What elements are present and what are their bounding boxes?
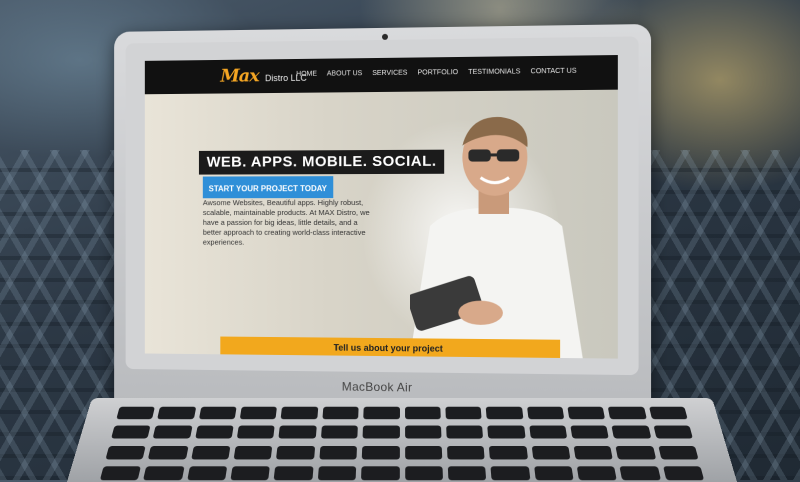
key	[570, 426, 609, 439]
key	[318, 466, 357, 480]
key	[231, 466, 271, 480]
laptop-screen: Max Distro LLC HOME ABOUT US SERVICES PO…	[145, 55, 618, 359]
key	[658, 446, 699, 459]
nav-contact[interactable]: CONTACT US	[531, 68, 577, 76]
key	[405, 407, 441, 419]
key	[448, 466, 487, 480]
key	[362, 446, 399, 459]
logo-max: Max	[220, 65, 258, 86]
key	[116, 407, 155, 419]
nav-testimonials[interactable]: TESTIMONIALS	[468, 68, 520, 76]
site-logo[interactable]: Max Distro LLC	[220, 65, 307, 87]
key	[573, 446, 613, 459]
device-label: MacBook Air	[114, 377, 651, 398]
tell-us-label: Tell us about your project	[334, 343, 443, 354]
key	[363, 426, 400, 439]
key	[240, 407, 278, 419]
key	[191, 446, 231, 459]
key	[663, 466, 704, 480]
key	[319, 446, 357, 459]
key	[531, 446, 570, 459]
key	[237, 426, 275, 439]
nav-links: HOME ABOUT US SERVICES PORTFOLIO TESTIMO…	[296, 68, 576, 78]
laptop-keyboard-base	[67, 398, 737, 482]
key	[577, 466, 617, 480]
key	[363, 407, 399, 419]
key	[489, 446, 528, 459]
key	[279, 426, 317, 439]
key	[447, 446, 485, 459]
key	[649, 407, 688, 419]
key	[157, 407, 196, 419]
key	[199, 407, 237, 419]
key	[608, 407, 647, 419]
nav-services[interactable]: SERVICES	[372, 70, 407, 77]
key	[529, 426, 567, 439]
key	[281, 407, 318, 419]
key	[487, 426, 525, 439]
key	[616, 446, 656, 459]
hero-intro-text: Awsome Websites, Beautiful apps. Highly …	[203, 198, 370, 248]
tell-us-button[interactable]: Tell us about your project	[220, 337, 560, 358]
key	[445, 407, 482, 419]
key	[405, 446, 442, 459]
laptop-lid: Max Distro LLC HOME ABOUT US SERVICES PO…	[114, 24, 651, 410]
key	[106, 446, 147, 459]
nav-about[interactable]: ABOUT US	[327, 70, 362, 77]
key	[486, 407, 523, 419]
key	[322, 407, 359, 419]
key	[620, 466, 661, 480]
site-navbar: Max Distro LLC HOME ABOUT US SERVICES PO…	[145, 55, 618, 94]
key	[321, 426, 358, 439]
keyboard	[99, 407, 704, 482]
key	[612, 426, 651, 439]
key	[567, 407, 605, 419]
key	[195, 426, 234, 439]
hero-headline-box: WEB. APPS. MOBILE. SOCIAL.	[199, 150, 445, 175]
key	[143, 466, 184, 480]
key	[274, 466, 313, 480]
key	[100, 466, 141, 480]
hero-headline: WEB. APPS. MOBILE. SOCIAL.	[207, 153, 437, 171]
key	[534, 466, 574, 480]
key	[653, 426, 693, 439]
key	[405, 466, 443, 480]
key	[187, 466, 227, 480]
key	[153, 426, 192, 439]
key	[361, 466, 399, 480]
key	[491, 466, 530, 480]
key	[405, 426, 442, 439]
webcam-icon	[382, 34, 388, 40]
start-project-label: START YOUR PROJECT TODAY	[209, 184, 327, 193]
key	[234, 446, 273, 459]
key	[111, 426, 151, 439]
key	[527, 407, 565, 419]
key	[446, 426, 483, 439]
key	[148, 446, 188, 459]
hero-section: WEB. APPS. MOBILE. SOCIAL. START YOUR PR…	[145, 90, 618, 359]
key	[276, 446, 315, 459]
nav-home[interactable]: HOME	[296, 71, 317, 78]
nav-portfolio[interactable]: PORTFOLIO	[417, 69, 458, 76]
start-project-cta[interactable]: START YOUR PROJECT TODAY	[203, 176, 333, 198]
